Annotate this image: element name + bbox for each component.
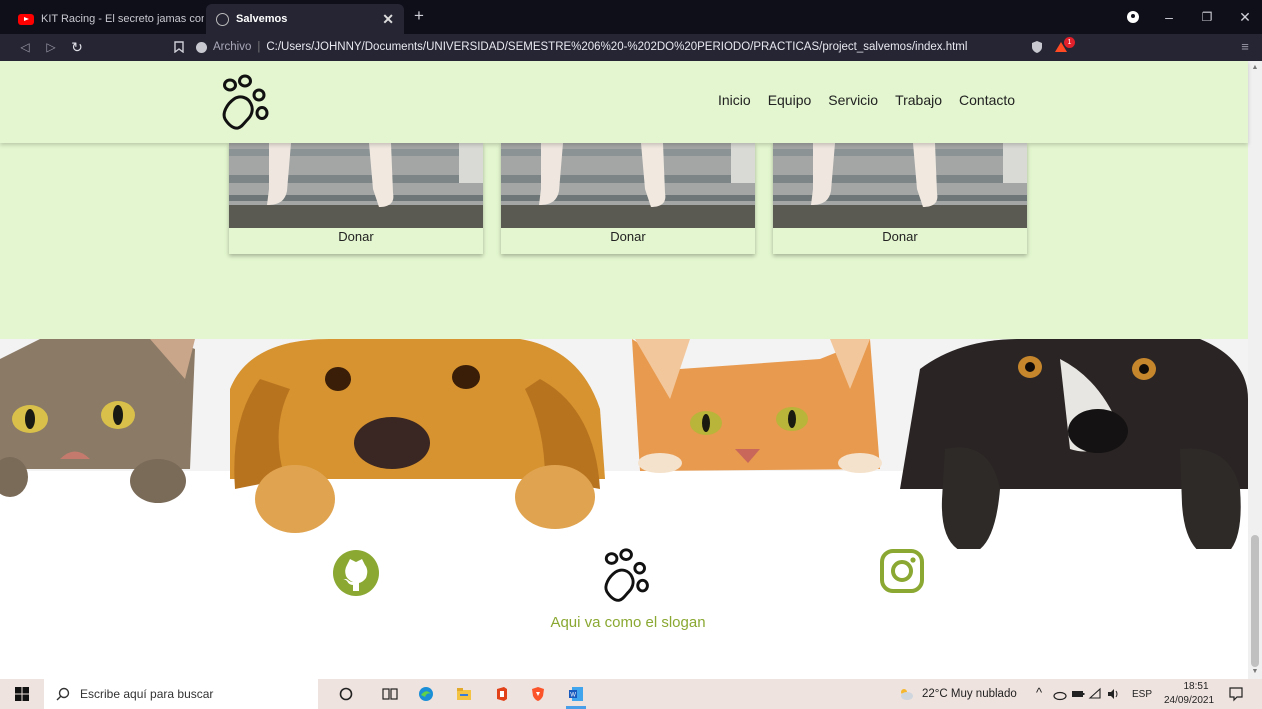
browser-tab-bar: KIT Racing - El secreto jamas contado. S…: [0, 0, 1262, 34]
windows-start-icon[interactable]: [14, 686, 30, 702]
tab-kit-racing[interactable]: KIT Racing - El secreto jamas contado.: [8, 4, 204, 34]
brave-shield-icon[interactable]: [1028, 38, 1046, 56]
language-indicator[interactable]: ESP: [1132, 689, 1152, 700]
rewards-badge: 1: [1064, 37, 1075, 48]
youtube-icon: [18, 13, 34, 25]
battery-icon[interactable]: [1070, 686, 1086, 702]
scroll-up-icon[interactable]: ▲: [1251, 64, 1259, 71]
bookmark-icon[interactable]: [170, 38, 188, 56]
cortana-icon[interactable]: [338, 686, 354, 702]
page-viewport: Inicio Equipo Servicio Trabajo Contacto …: [0, 61, 1262, 679]
profile-icon[interactable]: [1122, 7, 1144, 27]
tab-title: KIT Racing - El secreto jamas contado.: [41, 13, 204, 25]
notifications-icon[interactable]: [1228, 686, 1244, 702]
office-icon[interactable]: [494, 686, 510, 702]
search-icon: [56, 687, 70, 701]
instagram-icon[interactable]: [880, 549, 924, 593]
globe-icon: [216, 12, 229, 26]
reload-icon[interactable]: ↻: [68, 38, 86, 56]
brave-browser-icon[interactable]: [530, 686, 546, 702]
scrollbar-thumb[interactable]: [1251, 535, 1259, 667]
card-photo-dog-legs: [501, 143, 755, 228]
tray-chevron-icon[interactable]: ^: [1036, 685, 1042, 700]
word-icon[interactable]: W: [568, 686, 584, 702]
paw-logo-icon[interactable]: [218, 73, 280, 131]
site-header: Inicio Equipo Servicio Trabajo Contacto: [0, 61, 1248, 143]
card-donate-label: Donar: [610, 229, 646, 244]
onedrive-icon[interactable]: [1052, 686, 1068, 702]
minimize-icon[interactable]: –: [1158, 7, 1180, 27]
wifi-icon[interactable]: [1088, 686, 1104, 702]
url-text: C:/Users/JOHNNY/Documents/UNIVERSIDAD/SE…: [266, 41, 968, 53]
tab-title: Salvemos: [236, 13, 288, 25]
weather-cloud-icon: [901, 689, 913, 700]
url-field[interactable]: Archivo | C:/Users/JOHNNY/Documents/UNIV…: [196, 36, 1016, 58]
info-icon: [196, 41, 207, 53]
scroll-down-icon[interactable]: ▼: [1251, 668, 1259, 675]
clock-time[interactable]: 18:51: [1176, 681, 1216, 692]
donation-card[interactable]: Donar: [773, 143, 1027, 254]
task-view-icon[interactable]: [382, 686, 398, 702]
svg-text:W: W: [570, 693, 576, 699]
file-explorer-icon[interactable]: [456, 686, 472, 702]
close-window-icon[interactable]: ✕: [1234, 7, 1256, 27]
nav-link-contacto[interactable]: Contacto: [959, 92, 1015, 108]
card-photo-dog-legs: [773, 143, 1027, 228]
clock-date[interactable]: 24/09/2021: [1162, 695, 1216, 706]
nav-link-inicio[interactable]: Inicio: [718, 92, 751, 108]
nav-link-servicio[interactable]: Servicio: [828, 92, 878, 108]
paw-logo-icon[interactable]: [600, 545, 660, 605]
card-donate-label: Donar: [882, 229, 918, 244]
forward-icon[interactable]: ▷: [42, 38, 60, 56]
donation-cards-section: Donar Donar Donar: [0, 143, 1248, 339]
taskbar-search-box[interactable]: Escribe aquí para buscar: [44, 679, 318, 709]
nav-link-trabajo[interactable]: Trabajo: [895, 92, 942, 108]
url-scheme-label: Archivo: [213, 41, 252, 53]
main-nav: Inicio Equipo Servicio Trabajo Contacto: [718, 92, 1015, 108]
weather-text[interactable]: 22°C Muy nublado: [922, 688, 1017, 700]
footer-slogan: Aqui va como el slogan: [550, 614, 706, 631]
card-photo-dog-legs: [229, 143, 483, 228]
windows-taskbar: Escribe aquí para buscar W 22°C Muy nubl…: [0, 679, 1262, 709]
pets-banner-image: [0, 339, 1248, 549]
url-separator: |: [257, 41, 261, 53]
close-tab-icon[interactable]: ✕: [382, 11, 394, 28]
card-donate-label: Donar: [338, 229, 374, 244]
volume-icon[interactable]: [1106, 686, 1122, 702]
address-bar: ◁ ▷ ↻ Archivo | C:/Users/JOHNNY/Document…: [0, 34, 1262, 61]
github-icon[interactable]: [332, 549, 380, 597]
tab-salvemos[interactable]: Salvemos ✕: [206, 4, 404, 34]
menu-icon[interactable]: ≡: [1236, 38, 1254, 56]
new-tab-icon[interactable]: +: [408, 6, 430, 26]
page-scrollbar[interactable]: ▲ ▼: [1248, 61, 1262, 679]
nav-link-equipo[interactable]: Equipo: [768, 92, 812, 108]
edge-icon[interactable]: [418, 686, 434, 702]
restore-icon[interactable]: ❐: [1196, 7, 1218, 27]
donation-card[interactable]: Donar: [229, 143, 483, 254]
taskbar-search-placeholder: Escribe aquí para buscar: [80, 687, 214, 701]
back-icon[interactable]: ◁: [16, 38, 34, 56]
donation-card[interactable]: Donar: [501, 143, 755, 254]
